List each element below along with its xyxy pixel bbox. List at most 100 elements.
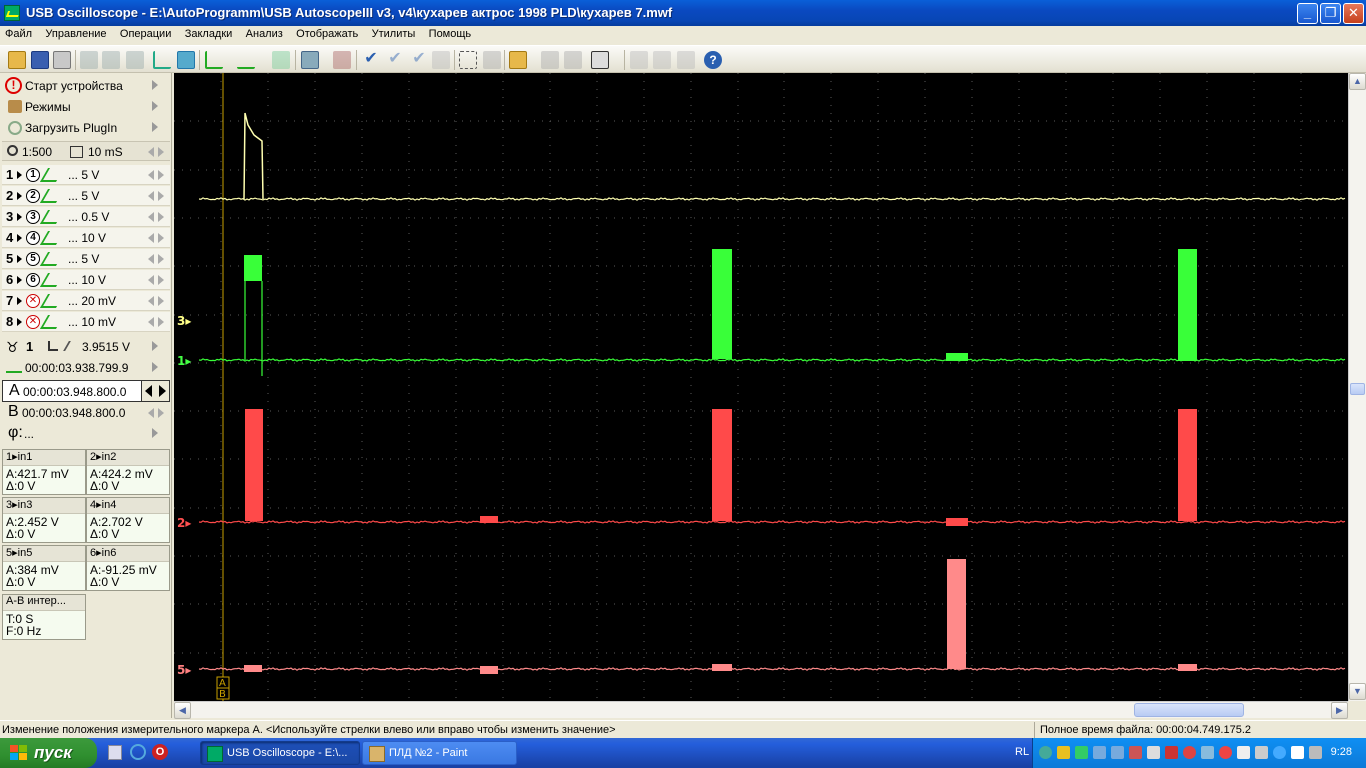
marker-a-stepper[interactable]: [141, 381, 169, 401]
channel-coupling-icon[interactable]: [39, 231, 65, 245]
marker-b-stepper[interactable]: [148, 407, 164, 419]
channel-scale-stepper[interactable]: [148, 316, 164, 328]
channel-coupling-icon[interactable]: [39, 210, 65, 224]
scroll-down-button[interactable]: ▼: [1349, 683, 1366, 700]
tray-volume-icon[interactable]: [1309, 746, 1322, 759]
minimize-button[interactable]: _: [1297, 3, 1318, 24]
menu-analysis[interactable]: Анализ: [241, 26, 288, 40]
channel-row-6[interactable]: 6 6 ... 10 V: [2, 270, 170, 290]
language-indicator[interactable]: RL: [1015, 746, 1029, 758]
vertical-scrollbar[interactable]: ▲ ▼: [1348, 73, 1366, 701]
menu-operations[interactable]: Операции: [115, 26, 176, 40]
formula-icon[interactable]: [509, 51, 527, 69]
channel-row-4[interactable]: 4 4 ... 10 V: [2, 228, 170, 248]
channel-coupling-icon[interactable]: [39, 168, 65, 182]
tray-alert-icon[interactable]: [1165, 746, 1178, 759]
document-icon[interactable]: [653, 51, 671, 69]
channel-row-2[interactable]: 2 2 ... 5 V: [2, 186, 170, 206]
trigger-row[interactable]: ♉ 1 3.9515 V: [2, 337, 170, 357]
channel-row-7[interactable]: 7 ✕ ... 20 mV: [2, 291, 170, 311]
channel-circle-icon[interactable]: ✕: [26, 315, 40, 329]
tray-display-icon[interactable]: [1291, 746, 1304, 759]
paste-icon[interactable]: [102, 51, 120, 69]
delete-icon[interactable]: [677, 51, 695, 69]
tray-signal-icon[interactable]: [1147, 746, 1160, 759]
channel-row-5[interactable]: 5 5 ... 5 V: [2, 249, 170, 269]
report-icon[interactable]: [630, 51, 648, 69]
scroll-up-button[interactable]: ▲: [1349, 73, 1366, 90]
channel-scale-stepper[interactable]: [148, 190, 164, 202]
check-icon[interactable]: ✔: [362, 51, 380, 69]
tray-monitor-icon[interactable]: [1201, 746, 1214, 759]
oscilloscope-display[interactable]: 3▸ 1▸ 2▸ 5▸ A B: [174, 73, 1348, 701]
cursor-icon[interactable]: [153, 51, 171, 69]
tray-phone-icon[interactable]: [1255, 746, 1268, 759]
tray-network2-icon[interactable]: [1111, 746, 1124, 759]
horizontal-scroll-thumb[interactable]: [1134, 703, 1244, 717]
tray-usb-icon[interactable]: [1237, 746, 1250, 759]
tray-security-icon[interactable]: [1183, 746, 1196, 759]
select-area-icon[interactable]: [459, 51, 477, 69]
show-desktop-icon[interactable]: [108, 745, 122, 760]
tool-icon[interactable]: [126, 51, 144, 69]
trigger-edge-icon[interactable]: [205, 51, 223, 69]
channel-icon[interactable]: [177, 51, 195, 69]
list-icon[interactable]: [432, 51, 450, 69]
tray-arrow-icon[interactable]: [1039, 746, 1052, 759]
timebase-stepper[interactable]: [148, 146, 164, 158]
horizontal-scrollbar[interactable]: ◀ ▶: [174, 701, 1348, 719]
channel-row-1[interactable]: 1 1 ... 5 V: [2, 165, 170, 185]
start-button[interactable]: пуск: [0, 738, 97, 768]
marker-a-field[interactable]: A 00:00:03.948.800.0: [2, 380, 170, 402]
cancel-zoom-icon[interactable]: [333, 51, 351, 69]
channel-scale-stepper[interactable]: [148, 253, 164, 265]
internet-explorer-icon[interactable]: [130, 744, 146, 760]
channel-scale-stepper[interactable]: [148, 211, 164, 223]
menu-control[interactable]: Управление: [40, 26, 111, 40]
menu-utilities[interactable]: Утилиты: [367, 26, 421, 40]
channel-circle-icon[interactable]: ✕: [26, 294, 40, 308]
copy-icon[interactable]: [80, 51, 98, 69]
channel-coupling-icon[interactable]: [39, 252, 65, 266]
task-oscilloscope[interactable]: USB Oscilloscope - E:\...: [200, 741, 360, 765]
formula-play-icon[interactable]: [541, 51, 559, 69]
scroll-left-button[interactable]: ◀: [174, 702, 191, 719]
vertical-scroll-thumb[interactable]: [1350, 383, 1365, 395]
channel-coupling-icon[interactable]: [39, 189, 65, 203]
formula-stop-icon[interactable]: [564, 51, 582, 69]
tray-opera-icon[interactable]: [1219, 746, 1232, 759]
channel-scale-stepper[interactable]: [148, 169, 164, 181]
tray-antivirus-icon[interactable]: [1129, 746, 1142, 759]
load-plugin-button[interactable]: Загрузить PlugIn: [2, 118, 170, 138]
open-folder-icon[interactable]: [8, 51, 26, 69]
help-icon[interactable]: ?: [704, 51, 722, 69]
zoom-grid-icon[interactable]: [301, 51, 319, 69]
channel-circle-icon[interactable]: 1: [26, 168, 40, 182]
undo-icon[interactable]: [272, 51, 290, 69]
channel-coupling-icon[interactable]: [39, 273, 65, 287]
channel-scale-stepper[interactable]: [148, 274, 164, 286]
channel-coupling-icon[interactable]: [39, 315, 65, 329]
menu-display[interactable]: Отображать: [291, 26, 363, 40]
save-icon[interactable]: [31, 51, 49, 69]
task-paint[interactable]: ПЛД №2 - Paint: [362, 741, 517, 765]
tray-bluetooth-icon[interactable]: [1273, 746, 1286, 759]
formula-table-icon[interactable]: [591, 51, 609, 69]
channel-row-8[interactable]: 8 ✕ ... 10 mV: [2, 312, 170, 332]
channel-circle-icon[interactable]: 5: [26, 252, 40, 266]
check-down-icon[interactable]: ✔: [386, 51, 404, 69]
channel-row-3[interactable]: 3 3 ... 0.5 V: [2, 207, 170, 227]
menu-file[interactable]: Файл: [0, 26, 37, 40]
channel-scale-stepper[interactable]: [148, 232, 164, 244]
channel-circle-icon[interactable]: 2: [26, 189, 40, 203]
zoom-timebase-row[interactable]: 1:500 10 mS: [2, 141, 170, 161]
opera-icon[interactable]: O: [152, 744, 168, 760]
close-button[interactable]: ✕: [1343, 3, 1364, 24]
menu-help[interactable]: Помощь: [424, 26, 477, 40]
channel-circle-icon[interactable]: 6: [26, 273, 40, 287]
expand-icon[interactable]: [483, 51, 501, 69]
scroll-right-button[interactable]: ▶: [1331, 702, 1348, 719]
trigger-time-row[interactable]: 00:00:03.938.799.9: [2, 358, 170, 378]
tray-network-icon[interactable]: [1093, 746, 1106, 759]
phase-row[interactable]: φ: ...: [2, 424, 170, 444]
